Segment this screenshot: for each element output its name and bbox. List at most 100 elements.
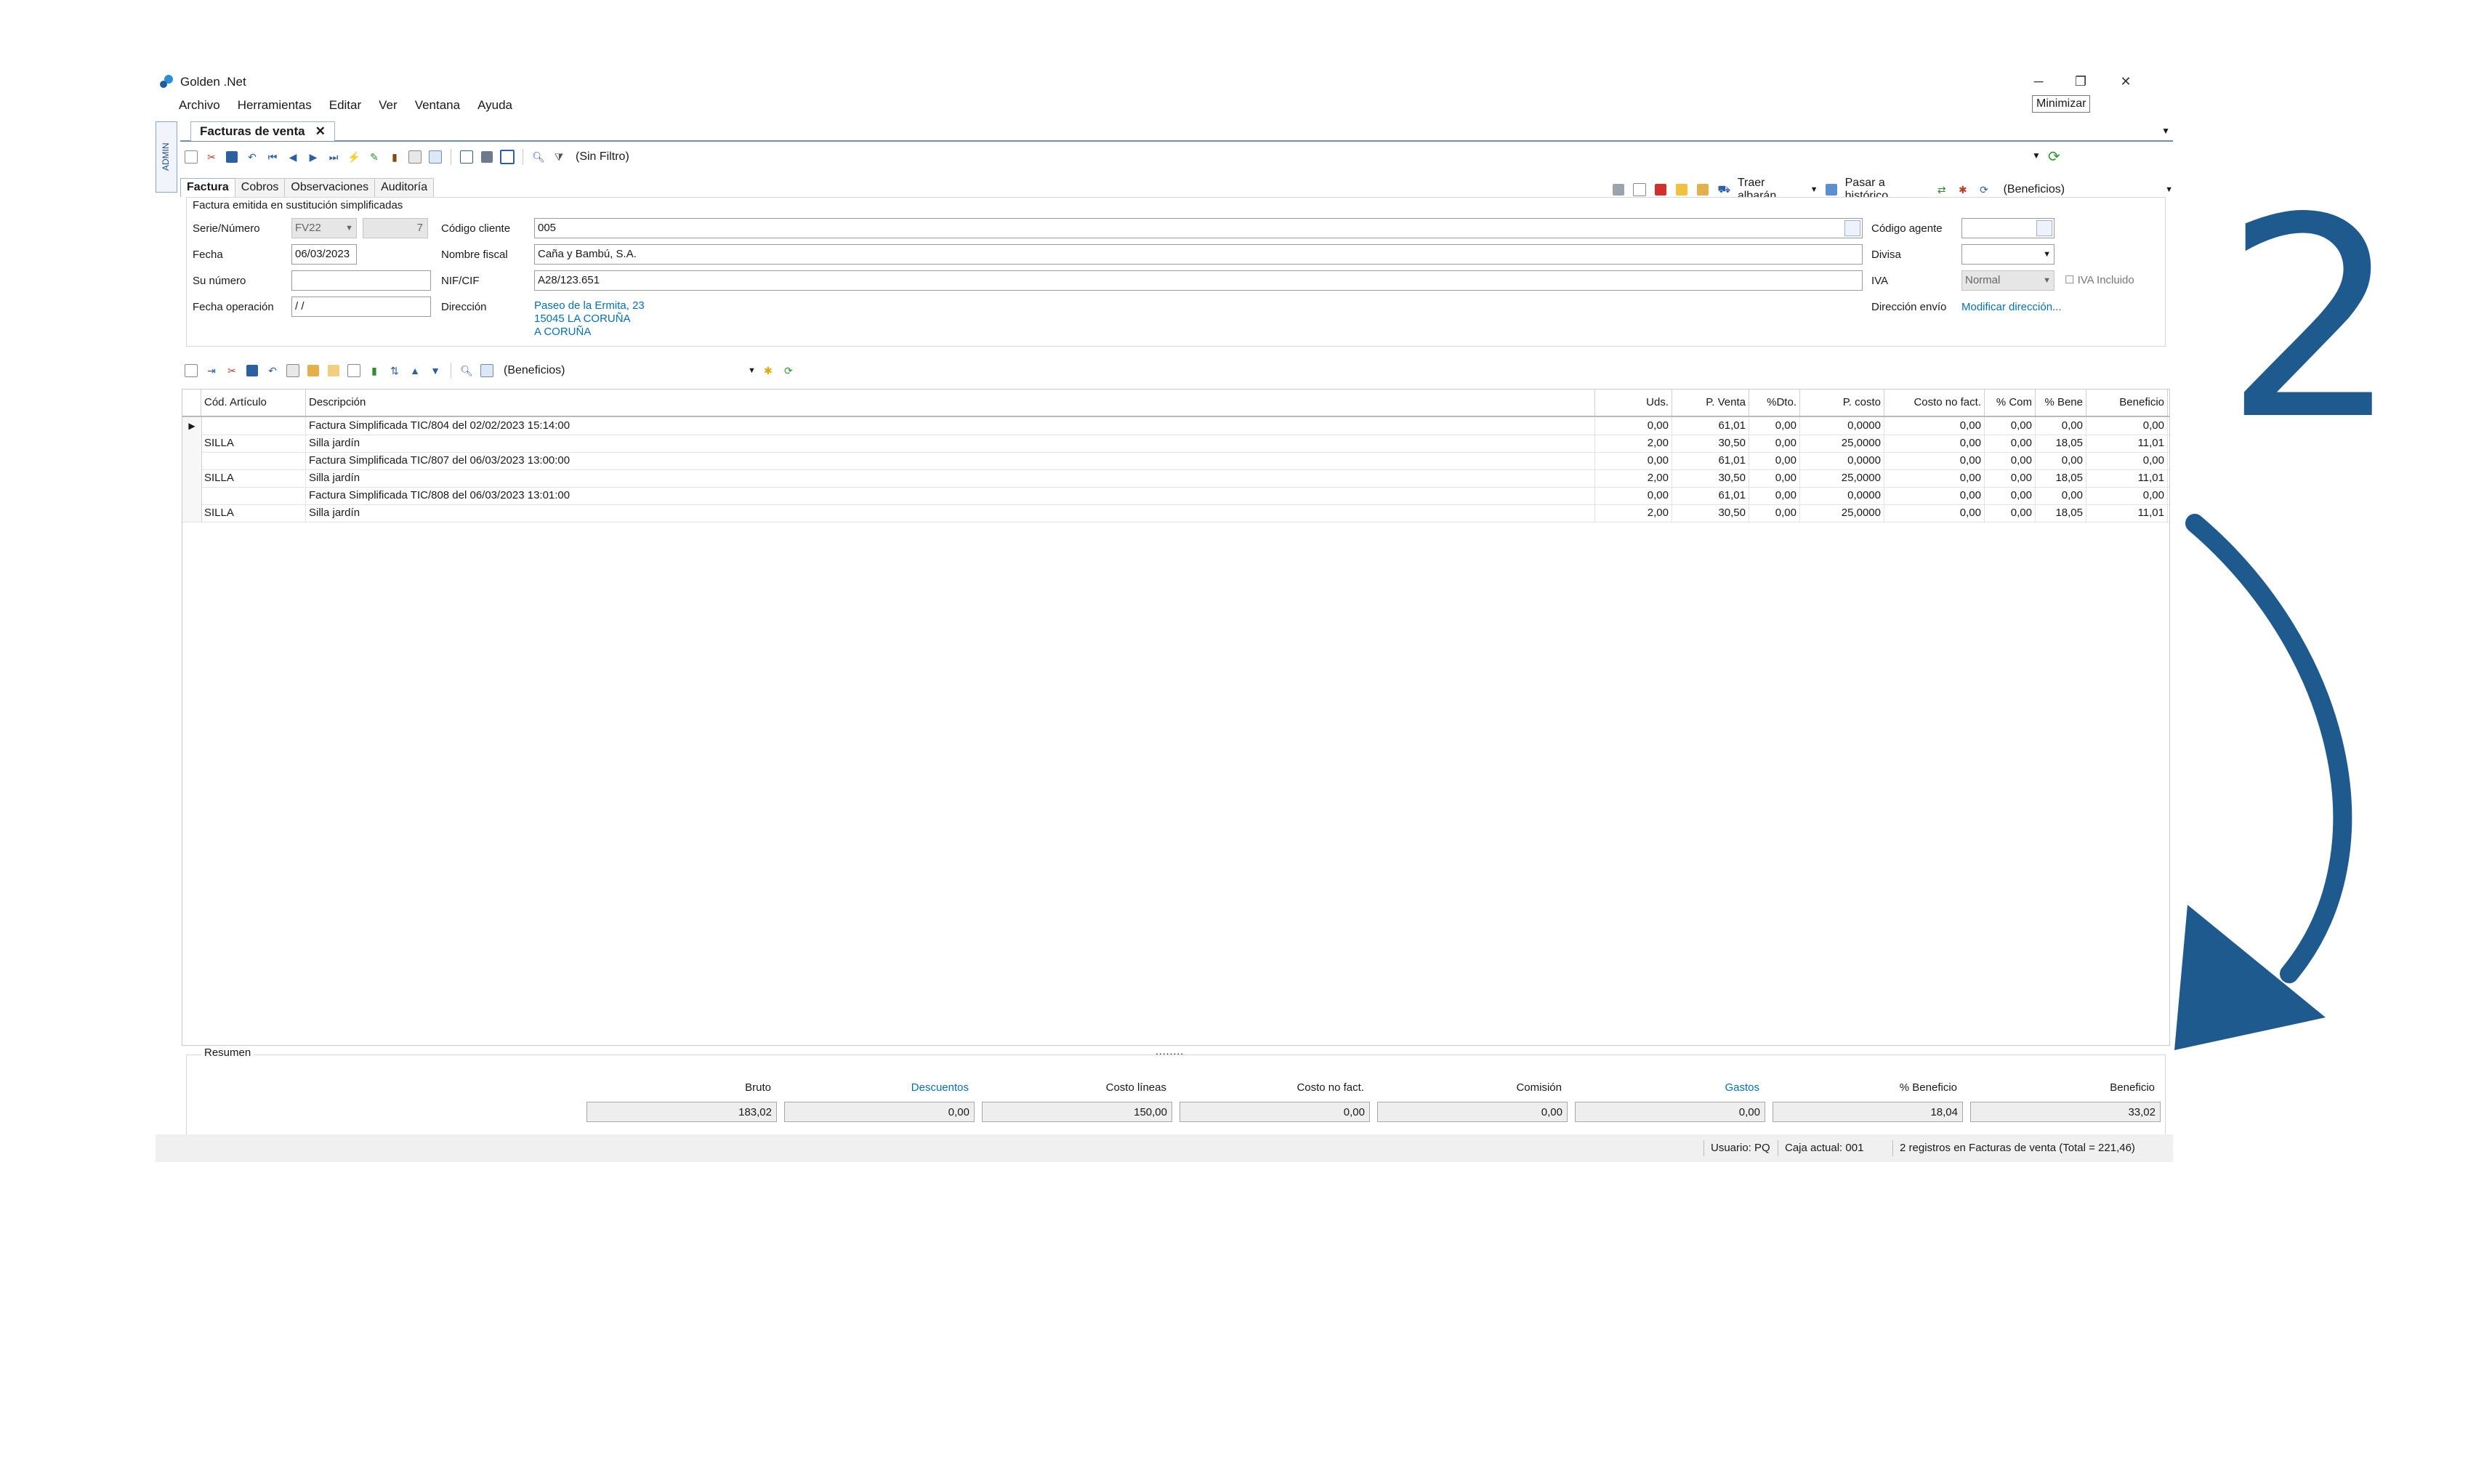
- cell-com[interactable]: 0,00: [1985, 487, 2036, 504]
- su-numero-input[interactable]: [291, 270, 431, 291]
- row-selector[interactable]: ▶: [182, 417, 202, 435]
- pdf-icon[interactable]: [1653, 182, 1668, 198]
- iva-incluido-checkbox[interactable]: ☐ IVA Incluido: [2065, 273, 2134, 286]
- column-header-descripcion[interactable]: Descripción: [306, 390, 1595, 416]
- minimize-button[interactable]: ─: [2020, 70, 2057, 92]
- row-selector[interactable]: [182, 452, 202, 469]
- line-search-icon[interactable]: 🔍︎: [459, 363, 475, 379]
- preview-icon[interactable]: [1632, 182, 1647, 198]
- fecha-operacion-input[interactable]: / /: [291, 297, 431, 317]
- column-header-p-venta[interactable]: P. Venta: [1672, 390, 1749, 416]
- cell-costo-no-fact[interactable]: 0,00: [1884, 417, 1985, 435]
- cell-com[interactable]: 0,00: [1985, 435, 2036, 452]
- line-preview-icon[interactable]: [346, 363, 362, 379]
- beneficios-selector[interactable]: (Beneficios): [2004, 183, 2065, 196]
- direccion-line-1[interactable]: Paseo de la Ermita, 23: [534, 299, 645, 312]
- cell-cod-articulo[interactable]: [201, 487, 306, 504]
- lines-refresh-icon[interactable]: ⟳: [781, 363, 797, 379]
- tab-factura[interactable]: Factura: [180, 178, 235, 197]
- cell-dto[interactable]: 0,00: [1749, 504, 1800, 522]
- exchange-icon[interactable]: ⇄: [1934, 182, 1949, 198]
- cell-dto[interactable]: 0,00: [1749, 435, 1800, 452]
- cell-bene[interactable]: 18,05: [2036, 469, 2086, 487]
- marker-icon[interactable]: ✎: [366, 149, 382, 165]
- codigo-agente-input[interactable]: [1961, 218, 2054, 238]
- copy-line-icon[interactable]: [326, 363, 342, 379]
- table-icon[interactable]: [479, 363, 495, 379]
- restore-button[interactable]: ❐: [2062, 70, 2099, 92]
- menu-ventana[interactable]: Ventana: [406, 97, 469, 116]
- previous-record-icon[interactable]: ◀: [285, 149, 301, 165]
- cell-costo-no-fact[interactable]: 0,00: [1884, 452, 1985, 469]
- save-icon[interactable]: [224, 149, 240, 165]
- cell-p-venta[interactable]: 30,50: [1672, 435, 1749, 452]
- cell-descripcion[interactable]: Factura Simplificada TIC/807 del 06/03/2…: [306, 452, 1595, 469]
- menu-ver[interactable]: Ver: [370, 97, 406, 116]
- traer-dropdown-icon[interactable]: ▼: [1810, 185, 1818, 194]
- cell-descripcion[interactable]: Silla jardín: [306, 435, 1595, 452]
- attach-icon[interactable]: [1695, 182, 1711, 198]
- cell-descripcion[interactable]: Silla jardín: [306, 504, 1595, 522]
- tab-cobros[interactable]: Cobros: [234, 178, 286, 197]
- cell-p-costo[interactable]: 0,0000: [1800, 487, 1884, 504]
- cell-p-costo[interactable]: 25,0000: [1800, 435, 1884, 452]
- table-row[interactable]: ▶ Factura Simplificada TIC/804 del 02/02/…: [182, 417, 2169, 435]
- search-cliente-icon[interactable]: [1844, 220, 1860, 236]
- resumen-label-descuentos[interactable]: Descuentos: [787, 1081, 969, 1094]
- move-down-icon[interactable]: ▼: [427, 363, 443, 379]
- column-header-beneficio[interactable]: Beneficio: [2086, 390, 2168, 416]
- history-icon[interactable]: [1823, 182, 1839, 198]
- cell-dto[interactable]: 0,00: [1749, 452, 1800, 469]
- divisa-select[interactable]: ▼: [1961, 244, 2054, 265]
- column-header-costo-no-fact[interactable]: Costo no fact.: [1884, 390, 1985, 416]
- cell-descripcion[interactable]: Factura Simplificada TIC/804 del 02/02/2…: [306, 417, 1595, 435]
- iva-select[interactable]: Normal ▼: [1961, 270, 2054, 291]
- cell-uds[interactable]: 0,00: [1595, 487, 1672, 504]
- cell-beneficio[interactable]: 0,00: [2086, 487, 2168, 504]
- undo-icon[interactable]: ↶: [244, 149, 260, 165]
- cell-p-venta[interactable]: 61,01: [1672, 452, 1749, 469]
- close-tab-icon[interactable]: ✕: [315, 124, 326, 138]
- cell-bene[interactable]: 0,00: [2036, 452, 2086, 469]
- row-selector[interactable]: [182, 487, 202, 504]
- cell-p-costo[interactable]: 0,0000: [1800, 417, 1884, 435]
- direccion-line-3[interactable]: A CORUÑA: [534, 326, 591, 338]
- first-record-icon[interactable]: ⏮: [265, 149, 281, 165]
- row-selector[interactable]: [182, 469, 202, 487]
- codigo-cliente-input[interactable]: 005: [534, 218, 1863, 238]
- menu-herramientas[interactable]: Herramientas: [229, 97, 320, 116]
- link-icon[interactable]: [305, 363, 321, 379]
- column-header-com[interactable]: % Com: [1985, 390, 2036, 416]
- last-record-icon[interactable]: ⏭: [326, 149, 342, 165]
- insert-line-icon[interactable]: ⇥: [203, 363, 219, 379]
- cell-uds[interactable]: 2,00: [1595, 504, 1672, 522]
- undo-line-icon[interactable]: ↶: [265, 363, 281, 379]
- cell-costo-no-fact[interactable]: 0,00: [1884, 435, 1985, 452]
- cell-com[interactable]: 0,00: [1985, 452, 2036, 469]
- search-icon[interactable]: 🔍︎: [531, 149, 547, 165]
- row-selector[interactable]: [182, 504, 202, 522]
- tab-auditoria[interactable]: Auditoría: [374, 178, 435, 197]
- filter-dropdown-icon[interactable]: ▼: [2032, 150, 2041, 161]
- line-chart-icon[interactable]: ▮: [366, 363, 382, 379]
- cell-uds[interactable]: 2,00: [1595, 435, 1672, 452]
- cell-costo-no-fact[interactable]: 0,00: [1884, 504, 1985, 522]
- tab-facturas-de-venta[interactable]: Facturas de venta ✕: [190, 121, 335, 141]
- save-line-icon[interactable]: [244, 363, 260, 379]
- direccion-line-2[interactable]: 15045 LA CORUÑA: [534, 312, 631, 325]
- grid-view-icon[interactable]: [479, 149, 495, 165]
- cell-p-venta[interactable]: 30,50: [1672, 469, 1749, 487]
- cell-dto[interactable]: 0,00: [1749, 487, 1800, 504]
- cell-p-venta[interactable]: 30,50: [1672, 504, 1749, 522]
- fecha-input[interactable]: 06/03/2023: [291, 244, 357, 265]
- cell-cod-articulo[interactable]: [201, 452, 306, 469]
- cell-com[interactable]: 0,00: [1985, 504, 2036, 522]
- beneficios-dropdown-icon[interactable]: ▼: [2165, 185, 2173, 194]
- chart-icon[interactable]: ▮: [387, 149, 403, 165]
- sync-icon[interactable]: ⟳: [1976, 182, 1991, 198]
- table-row[interactable]: Factura Simplificada TIC/808 del 06/03/2…: [182, 487, 2169, 505]
- cell-costo-no-fact[interactable]: 0,00: [1884, 487, 1985, 504]
- cell-dto[interactable]: 0,00: [1749, 469, 1800, 487]
- lines-beneficios-selector[interactable]: (Beneficios): [504, 364, 743, 377]
- cell-bene[interactable]: 18,05: [2036, 504, 2086, 522]
